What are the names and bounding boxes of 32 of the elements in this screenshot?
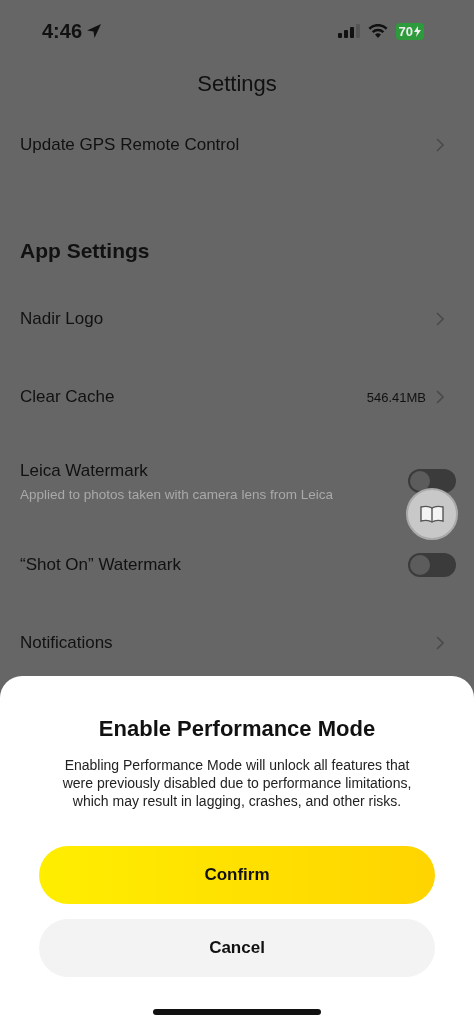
- toggle-switch[interactable]: [408, 469, 456, 493]
- row-subtitle: Applied to photos taken with camera lens from Leica: [20, 486, 334, 502]
- location-arrow-icon: [86, 23, 103, 39]
- settings-row[interactable]: Clear Cache 546.41MB: [0, 358, 474, 436]
- settings-row[interactable]: Update GPS Remote Control: [0, 106, 474, 184]
- page-title: Settings: [196, 70, 278, 98]
- row-label: “Shot On” Watermark: [20, 555, 182, 575]
- battery-indicator: 70: [395, 22, 424, 40]
- settings-row[interactable]: “Shot On” Watermark: [0, 526, 474, 604]
- chevron-icon: [436, 138, 444, 152]
- row-label: Clear Cache: [20, 387, 116, 407]
- confirm-button[interactable]: Confirm: [39, 846, 435, 904]
- book-icon: [420, 505, 444, 523]
- wifi-icon: [367, 23, 388, 39]
- cache-size: 546.41MB: [366, 389, 426, 405]
- chevron-icon: [436, 312, 444, 326]
- section-heading: App Settings: [19, 238, 151, 264]
- row-label: Nadir Logo: [20, 309, 105, 329]
- signal-icon: [337, 24, 360, 38]
- chevron-icon: [436, 390, 444, 404]
- status-time: 4:46: [42, 19, 83, 43]
- dialog-title: Enable Performance Mode: [98, 716, 376, 742]
- settings-row[interactable]: Leica Watermark Applied to photos taken with camera lens from Leica: [0, 436, 474, 526]
- cancel-button[interactable]: Cancel: [39, 919, 435, 977]
- row-label: Notifications: [20, 633, 114, 653]
- chevron-icon: [436, 636, 444, 650]
- settings-row[interactable]: Nadir Logo: [0, 280, 474, 358]
- guide-button[interactable]: [406, 488, 458, 540]
- row-label: Leica Watermark: [20, 460, 149, 481]
- row-label: Update GPS Remote Control: [20, 135, 241, 155]
- toggle-switch[interactable]: [408, 553, 456, 577]
- dialog-message: Enabling Performance Mode will unlock all features that were previously disabled due to performance limitations, which may result in lagging, crashes, and other risks.: [61, 756, 413, 810]
